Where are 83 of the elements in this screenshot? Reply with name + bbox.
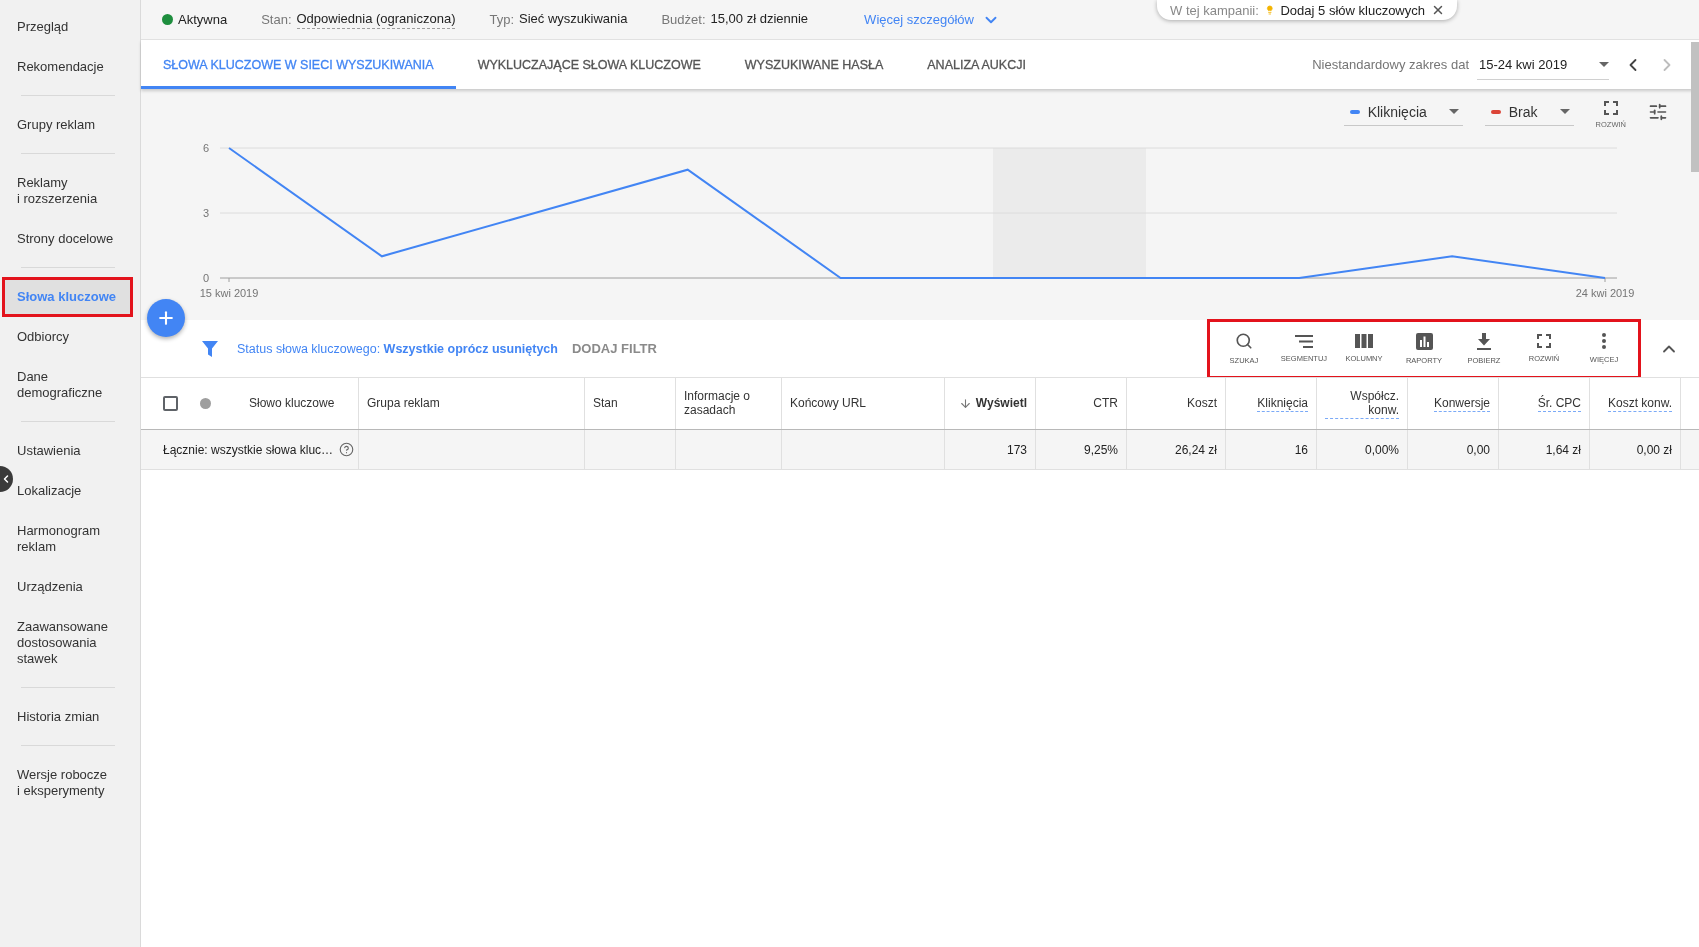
plus-icon: [156, 308, 176, 328]
column-header[interactable]: Śr. CPC: [1537, 395, 1581, 412]
column-header[interactable]: Stan: [593, 395, 618, 412]
date-range-label: Niestandardowy zakres dat: [1312, 57, 1469, 72]
sidebar-item[interactable]: Strony docelowe: [14, 219, 133, 259]
y-axis-label: 3: [202, 207, 209, 219]
table-cell: 0,00%: [1317, 430, 1408, 469]
filter-chip[interactable]: Status słowa kluczowego: Wszystkie oprócz usuniętych: [237, 341, 558, 356]
y-axis-label: 6: [202, 142, 209, 154]
sidebar-item[interactable]: Reklamy i rozszerzenia: [14, 163, 133, 219]
sidebar-item[interactable]: Harmonogram reklam: [14, 511, 133, 567]
close-button[interactable]: [1431, 3, 1445, 17]
sidebar-item[interactable]: Ustawienia: [14, 431, 133, 471]
table-cell: 16: [1226, 430, 1317, 469]
caret-icon: [1448, 109, 1459, 114]
collapse-button[interactable]: [0, 466, 13, 492]
scrollbar-thumb[interactable]: [1691, 42, 1699, 172]
field-label: Stan:: [261, 12, 292, 27]
tab[interactable]: WYKLUCZAJĄCE SŁOWA KLUCZOWE: [455, 40, 723, 89]
sort-arrow-icon: [958, 397, 972, 410]
field-label: Budżet:: [661, 12, 706, 27]
sidebar-item[interactable]: Przegląd: [14, 7, 133, 47]
column-header[interactable]: Kliknięcia: [1257, 395, 1308, 412]
table-cell: 1,64 zł: [1499, 430, 1590, 469]
bar-chart-icon: [1415, 332, 1433, 350]
sidebar-item[interactable]: Odbiorcy: [14, 317, 133, 357]
column-header[interactable]: CTR: [1093, 395, 1118, 412]
sidebar-item[interactable]: Wersje robocze i eksperymenty: [14, 755, 133, 811]
close-icon: [1431, 3, 1445, 17]
metric-dropdown[interactable]: Brak: [1484, 98, 1574, 126]
fullscreen-icon: [1603, 101, 1618, 115]
table-cell: 9,25%: [1036, 430, 1127, 469]
field-value: Sieć wyszukiwania: [519, 10, 628, 28]
tab[interactable]: ANALIZA AUKCJI: [905, 40, 1048, 89]
metric-dropdown[interactable]: Kliknięcia: [1343, 98, 1463, 126]
fullscreen-icon: [1537, 334, 1551, 348]
x-axis-label: 24 kwi 2019: [1575, 287, 1635, 299]
sidebar-item[interactable]: Historia zmian: [14, 697, 133, 737]
x-axis-label: 15 kwi 2019: [199, 287, 259, 299]
lightbulb-icon: [1264, 3, 1275, 17]
columns-icon: [1355, 334, 1373, 348]
column-header[interactable]: Wyświetl: [975, 395, 1027, 412]
status-dot-icon: [200, 398, 211, 409]
column-header[interactable]: Końcowy URL: [790, 395, 867, 412]
column-header[interactable]: Współcz. konw.: [1325, 388, 1399, 419]
y-axis-label: 0: [202, 272, 209, 284]
date-range-dropdown[interactable]: 15-24 kwi 2019: [1477, 49, 1609, 80]
lines-icon: [1295, 334, 1313, 348]
table-cell: Łącznie: wszystkie słowa kluc…: [163, 442, 334, 457]
table-cell: 26,24 zł: [1127, 430, 1226, 469]
help-icon: [339, 442, 355, 457]
caret-icon: [1599, 61, 1609, 67]
column-header[interactable]: Informacje o zasadach: [684, 388, 773, 419]
sidebar-item[interactable]: Urządzenia: [14, 567, 133, 607]
tab[interactable]: WYSZUKIWANE HASŁA: [722, 40, 906, 89]
table-cell: 173: [945, 430, 1036, 469]
checkbox[interactable]: [163, 396, 178, 411]
field-value: Odpowiednia (ograniczona): [296, 10, 456, 29]
sidebar-item[interactable]: Lokalizacje: [14, 471, 133, 511]
sidebar-item[interactable]: Grupy reklam: [14, 105, 133, 145]
caret-icon: [1559, 109, 1570, 114]
sidebar-item[interactable]: Rekomendacje: [14, 47, 133, 87]
column-header[interactable]: Koszt konw.: [1607, 395, 1672, 412]
filter-icon: [202, 340, 218, 357]
sliders-icon: [1648, 102, 1668, 122]
sidebar-item[interactable]: Zaawansowane dostosowania stawek: [14, 607, 133, 679]
popup-label: W tej kampanii:: [1170, 2, 1259, 18]
column-header[interactable]: Grupa reklam: [367, 395, 440, 412]
column-header[interactable]: Konwersje: [1433, 395, 1490, 412]
download-icon: [1477, 332, 1491, 350]
status-label: Aktywna: [178, 12, 228, 27]
column-header[interactable]: Koszt: [1187, 395, 1217, 412]
table-cell: 0,00: [1408, 430, 1499, 469]
field-value: 15,00 zł dziennie: [710, 10, 809, 28]
search-icon: [1235, 332, 1253, 350]
sidebar-item[interactable]: Dane demograficzne: [14, 357, 133, 413]
suggestion-link[interactable]: Dodaj 5 słów kluczowych: [1280, 2, 1425, 18]
column-header[interactable]: Słowo kluczowe: [249, 395, 335, 412]
chart-settings-button[interactable]: [1648, 102, 1668, 122]
table-cell: 0,00 zł: [1590, 430, 1681, 469]
more-icon: [1602, 333, 1606, 349]
status-dot-icon: [162, 14, 173, 25]
field-label: Typ:: [489, 12, 515, 27]
